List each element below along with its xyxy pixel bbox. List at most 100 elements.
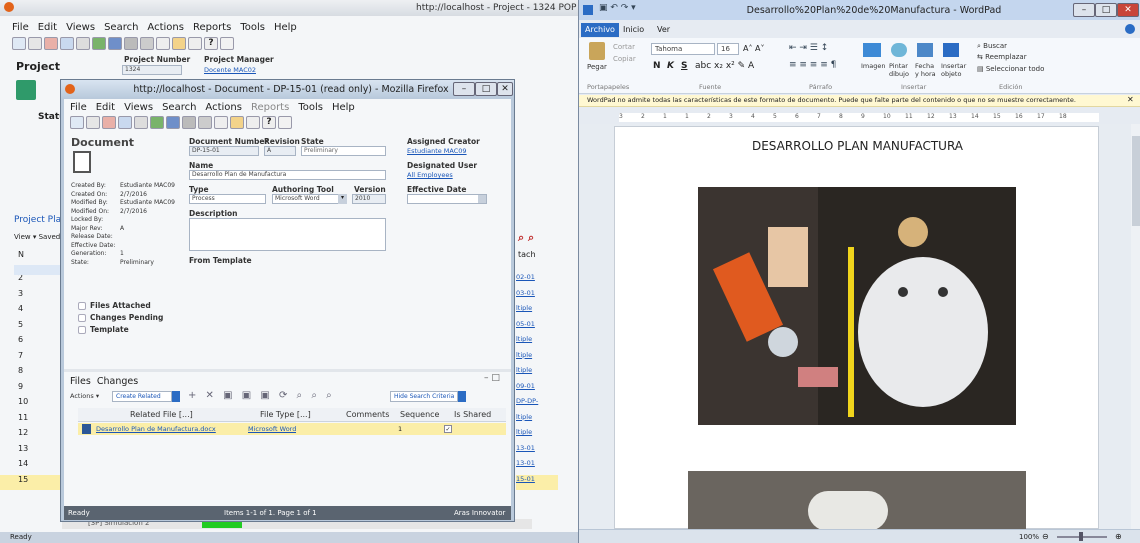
date-icon[interactable] [917,43,933,57]
lock-icon[interactable] [124,37,138,50]
table-row[interactable]: 14 [0,459,62,475]
project-manager-link[interactable]: Docente MAC02 [204,66,256,74]
table-row[interactable]: 8 [0,366,62,382]
dlg-menu-help[interactable]: Help [332,102,355,113]
menu-actions[interactable]: Actions [147,22,184,33]
align-icons[interactable]: ≡ ≡ ≡ ≡ ¶ [789,60,836,70]
quick-access-icons[interactable]: ▣ ↶ ↷ ▾ [599,3,636,13]
attach-cell[interactable]: 15-01 [516,474,558,490]
close-button[interactable]: ✕ [497,82,513,96]
splitter[interactable] [64,369,511,372]
font-select[interactable]: Tahoma [651,43,715,55]
actions-menu[interactable]: Actions ▾ [70,392,99,400]
table-row[interactable]: 13 [0,444,62,460]
vertical-scrollbar[interactable] [1131,124,1140,529]
image-icon[interactable] [863,43,881,57]
cut-button[interactable]: Cortar [613,43,635,51]
tab-ver[interactable]: Ver [657,25,670,34]
project-number-field[interactable]: 1324 [122,65,182,75]
paragraph-icons[interactable]: ⇤ ⇥ ☰ ↕ [789,43,828,53]
attach-cell[interactable]: ltiple [516,304,558,320]
table-row[interactable]: 6 [0,335,62,351]
insert-paint-label[interactable]: Pintar dibujo [889,62,911,78]
doc-number-field[interactable]: DP-15-01 [189,146,259,156]
table-row[interactable]: Desarrollo Plan de Manufactura.docx Micr… [78,423,506,435]
dlg-refresh-icon[interactable] [118,116,132,129]
excel-icon[interactable] [92,37,106,50]
grow-font-icon[interactable]: A˄ A˅ [743,44,765,53]
hide-search-button[interactable]: Hide Search Criteria [390,391,458,402]
insert-image-label[interactable]: Imagen [861,62,885,70]
menu-reports[interactable]: Reports [193,22,231,33]
is-shared-checkbox[interactable]: ✓ [444,425,452,433]
dlg-new-icon[interactable] [70,116,84,129]
object-icon[interactable] [943,43,959,57]
table-row[interactable]: 9 [0,382,62,398]
minimize-button[interactable]: – [453,82,475,96]
attach-cell[interactable]: 09-01 [516,382,558,398]
menu-edit[interactable]: Edit [38,22,57,33]
tab-changes[interactable]: Changes [97,376,138,387]
dlg-menu-tools[interactable]: Tools [298,102,323,113]
tab-archivo[interactable]: Archivo [581,23,619,37]
rel-toolbar-icons[interactable]: + ✕ ▣ ▣ ▣ ⟳ ⌕ ⌕ ⌕ [188,390,335,401]
attach-cell[interactable]: 13-01 [516,459,558,475]
dlg-doc-icon[interactable] [246,116,260,129]
attach-cell[interactable]: 02-01 [516,273,558,289]
attach-cell[interactable]: ltiple [516,366,558,382]
dlg-undo-icon[interactable] [214,116,228,129]
copy-button[interactable]: Copiar [613,55,636,63]
table-row[interactable]: 11 [0,413,62,429]
dlg-check-icon[interactable] [278,116,292,129]
paste-icon[interactable] [589,42,605,60]
delete-icon[interactable] [44,37,58,50]
menu-file[interactable]: File [12,22,29,33]
dlg-menu-reports[interactable]: Reports [251,102,289,113]
attach-cell[interactable]: 13-01 [516,444,558,460]
col-sequence[interactable]: Sequence [400,410,439,419]
template-checkbox[interactable] [78,325,86,334]
dlg-lock-icon[interactable] [182,116,196,129]
state-field[interactable]: Preliminary [301,146,386,156]
table-row[interactable]: 10 [0,397,62,413]
create-related-select[interactable]: Create Related [112,391,172,402]
doc-icon[interactable] [188,37,202,50]
wp-maximize-button[interactable]: □ [1095,3,1117,17]
type-select[interactable]: Process [189,194,266,204]
dlg-word-icon[interactable] [166,116,180,129]
attach-cell[interactable]: 03-01 [516,289,558,305]
unlock-icon[interactable] [140,37,154,50]
zoom-slider-thumb[interactable] [1079,532,1083,541]
col-related-file[interactable]: Related File [...] [130,410,193,419]
menu-search[interactable]: Search [104,22,138,33]
replace-button[interactable]: ⇆ Reemplazar [977,53,1027,61]
attach-cell[interactable]: ltiple [516,351,558,367]
dlg-menu-search[interactable]: Search [162,102,196,113]
dlg-excel-icon[interactable] [150,116,164,129]
name-field[interactable]: Desarrollo Plan de Manufactura [189,170,386,180]
panel-min-icon[interactable]: – □ [484,373,500,383]
table-row[interactable]: 3 [0,289,62,305]
dlg-menu-edit[interactable]: Edit [96,102,115,113]
version-field[interactable]: 2010 [352,194,386,204]
table-row[interactable]: 2 [0,273,62,289]
dlg-promote-icon[interactable] [230,116,244,129]
dlg-delete-icon[interactable] [102,116,116,129]
paste-button[interactable]: Pegar [587,63,607,71]
font-color-icon[interactable]: abc x₂ x² ✎ A [695,61,754,71]
table-row[interactable]: 4 [0,304,62,320]
undo-icon[interactable] [156,37,170,50]
zoom-out-icon[interactable]: ⊖ [1042,532,1049,541]
dlg-menu-file[interactable]: File [70,102,87,113]
italic-button[interactable]: K [667,61,674,71]
dlg-menu-actions[interactable]: Actions [205,102,242,113]
tab-files[interactable]: Files [70,376,91,387]
view-label[interactable]: View ▾ Saved [14,233,60,241]
authoring-tool-select[interactable]: Microsoft Word [272,194,347,204]
dlg-help-icon[interactable]: ? [262,116,276,129]
check-icon[interactable] [220,37,234,50]
dlg-save-icon[interactable] [86,116,100,129]
table-row[interactable]: 5 [0,320,62,336]
attach-cell[interactable]: 05-01 [516,320,558,336]
save-icon[interactable] [28,37,42,50]
